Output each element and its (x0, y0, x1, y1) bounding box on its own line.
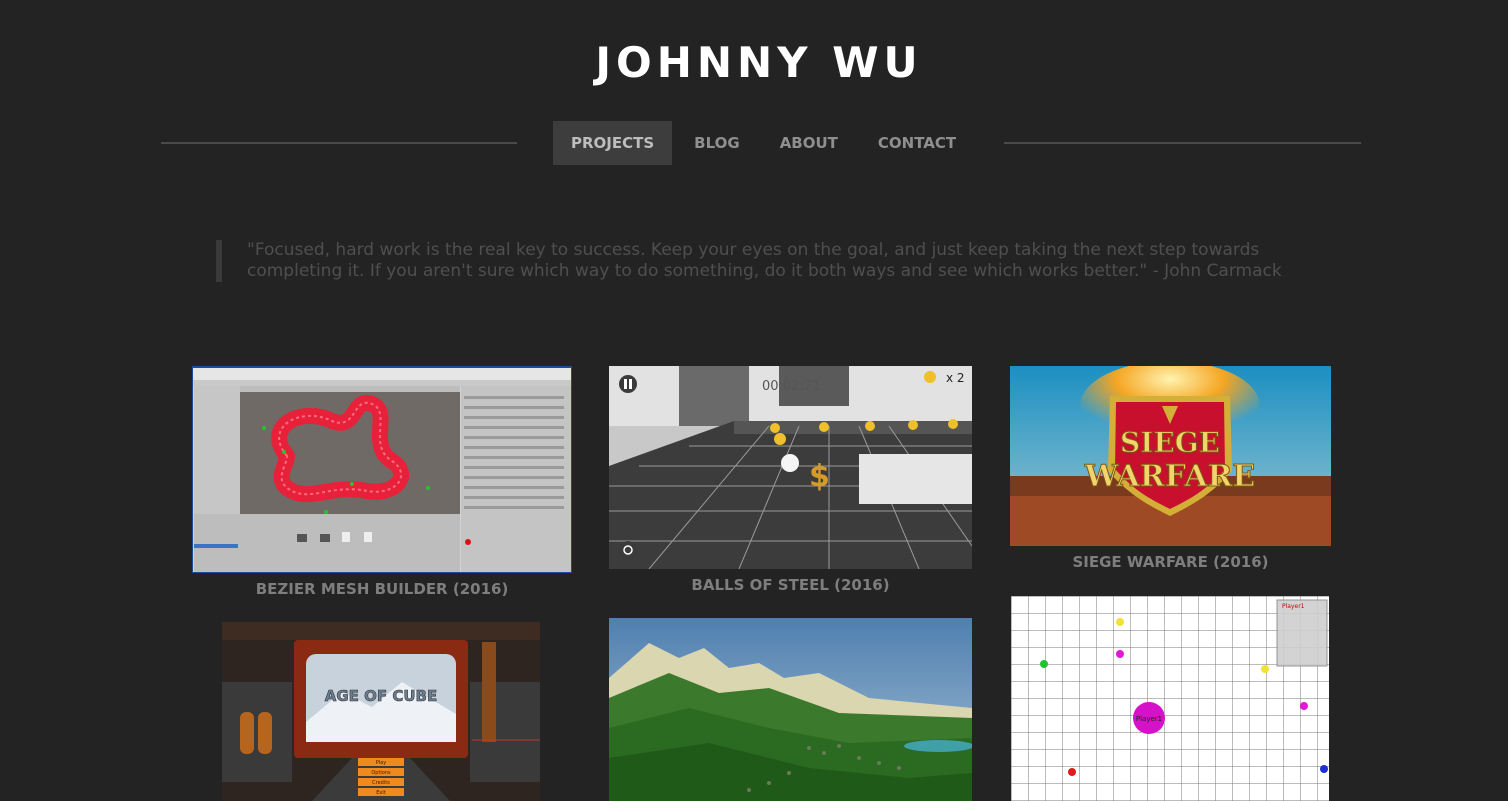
player-label: Player1 (1136, 715, 1162, 723)
site-title: JOHNNY WU (595, 38, 923, 87)
siege-logo-bottom: WARFARE (1084, 459, 1256, 494)
unity-editor-screenshot (192, 366, 572, 573)
header-divider-right (1004, 142, 1361, 144)
project-tile-grid-game: Player1 Player1 (1011, 596, 1329, 801)
age-of-cube-logo: AGE OF CUBE (325, 687, 437, 705)
project-tile-siege: SIEGE WARFARE SIEGE WARFARE (2016) (1010, 366, 1331, 571)
quote: "Focused, hard work is the real key to s… (216, 240, 1347, 282)
nav-contact[interactable]: CONTACT (856, 121, 974, 165)
project-tile-terrain (609, 618, 972, 801)
nav-blog[interactable]: BLOG (672, 121, 758, 165)
grid-game-screenshot: Player1 Player1 (1011, 596, 1329, 801)
timer-readout: 00:02:71 (762, 379, 820, 394)
nav-about[interactable]: ABOUT (758, 121, 856, 165)
project-title-bezier[interactable]: BEZIER MESH BUILDER (2016) (192, 580, 572, 598)
project-tile-balls: $ 00:02:71 x 2 BALLS OF STEEL (2016) (609, 366, 972, 594)
terrain-screenshot (609, 618, 972, 801)
coin-counter: x 2 (946, 371, 965, 385)
project-thumbnail-age-of-cube[interactable]: AGE OF CUBE Play Options Credits Exit (222, 622, 540, 801)
project-thumbnail-terrain[interactable] (609, 618, 972, 801)
project-tile-age-of-cube: AGE OF CUBE Play Options Credits Exit (222, 622, 540, 801)
balls-of-steel-screenshot: $ 00:02:71 x 2 (609, 366, 972, 569)
project-thumbnail-balls[interactable]: $ 00:02:71 x 2 (609, 366, 972, 569)
project-thumbnail-siege[interactable]: SIEGE WARFARE (1010, 366, 1331, 546)
minimap-label: Player1 (1282, 603, 1305, 610)
project-title-balls[interactable]: BALLS OF STEEL (2016) (609, 576, 972, 594)
nav-projects[interactable]: PROJECTS (553, 121, 673, 165)
page: JOHNNY WU PROJECTS BLOG ABOUT CONTACT "F… (0, 0, 1508, 801)
project-title-siege[interactable]: SIEGE WARFARE (2016) (1010, 553, 1331, 571)
project-tile-bezier: BEZIER MESH BUILDER (2016) (192, 366, 572, 598)
menu-play: Play (376, 760, 386, 766)
project-thumbnail-grid-game[interactable]: Player1 Player1 (1011, 596, 1329, 801)
header-divider-left (161, 142, 517, 144)
menu-options: Options (371, 770, 391, 776)
siege-warfare-logo-image: SIEGE WARFARE (1010, 366, 1331, 546)
svg-text:$: $ (809, 459, 830, 494)
menu-credits: Credits (372, 780, 390, 786)
menu-exit: Exit (376, 790, 386, 796)
main-nav: PROJECTS BLOG ABOUT CONTACT (553, 121, 974, 165)
siege-logo-top: SIEGE (1120, 426, 1220, 459)
project-thumbnail-bezier[interactable] (192, 366, 572, 573)
age-of-cube-menu-image: AGE OF CUBE Play Options Credits Exit (222, 622, 540, 801)
